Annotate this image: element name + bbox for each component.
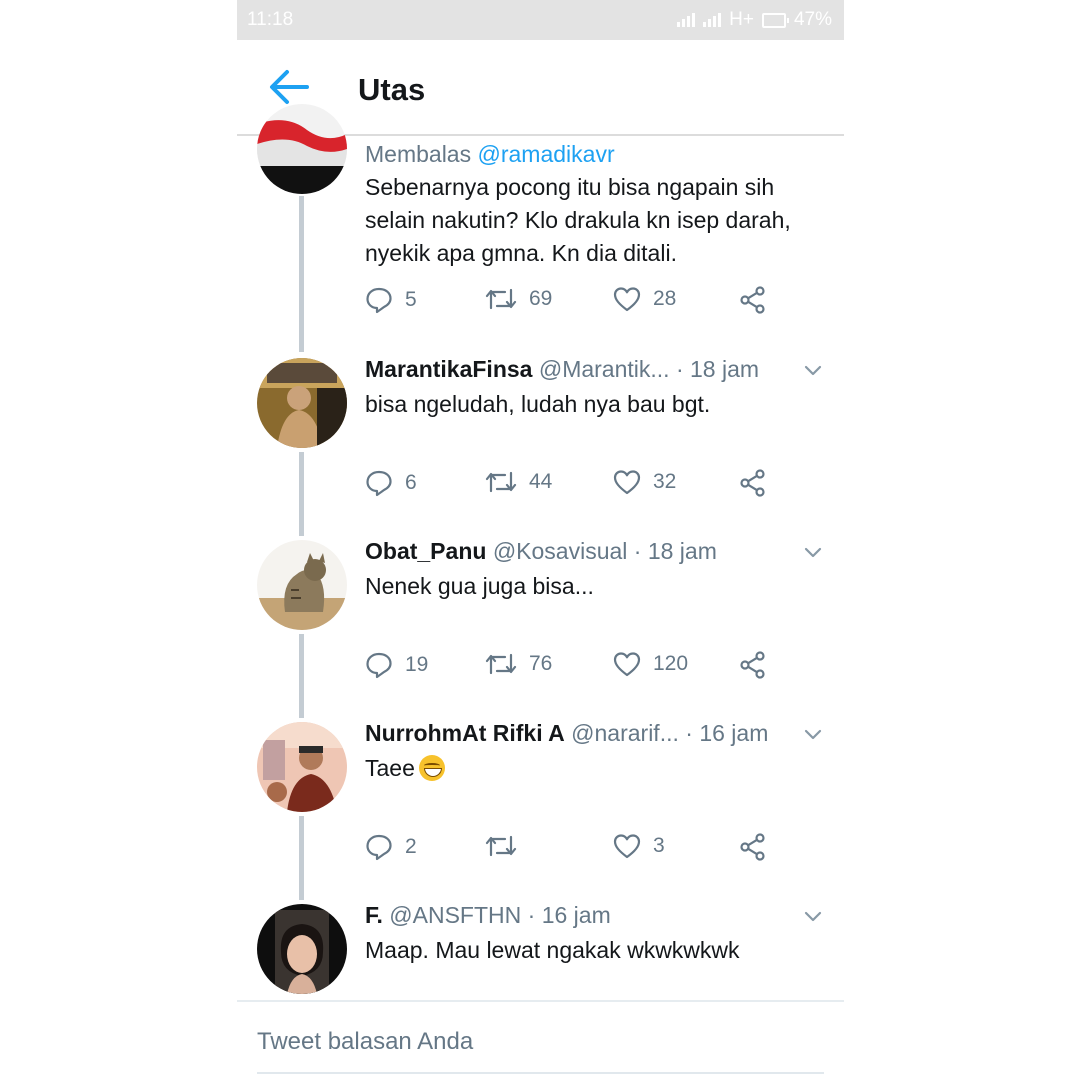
retweet-icon (485, 653, 517, 675)
retweet-count: 44 (529, 470, 553, 493)
status-indicators: H+ 47% (677, 9, 832, 31)
share-button[interactable] (739, 286, 767, 314)
status-bar: 11:18 H+ 47% (237, 0, 844, 40)
retweet-button[interactable]: 44 (485, 469, 552, 495)
tweet-time: · 18 jam (675, 356, 760, 382)
like-button[interactable]: 120 (613, 651, 688, 677)
retweet-icon (485, 471, 517, 493)
back-arrow-icon[interactable] (267, 67, 311, 107)
user-handle[interactable]: @Marantik... (539, 356, 670, 382)
like-count: 3 (653, 834, 665, 857)
signal-icon (677, 13, 696, 27)
tweet-text: Nenek gua juga bisa... (365, 573, 594, 599)
share-icon (740, 469, 765, 497)
tweet-text: Sebenarnya pocong itu bisa ngapain sih s… (365, 174, 791, 266)
tweet-actions: 6 44 32 (365, 469, 835, 499)
chevron-down-icon[interactable] (803, 728, 823, 742)
chevron-down-icon[interactable] (803, 910, 823, 924)
retweet-count: 69 (529, 287, 553, 310)
avatar[interactable] (257, 104, 347, 194)
tweet-actions: 19 76 120 (365, 651, 835, 681)
share-button[interactable] (739, 651, 767, 679)
like-count: 32 (653, 470, 677, 493)
retweet-button[interactable]: 69 (485, 286, 552, 312)
reply-count: 19 (405, 653, 429, 676)
input-underline (257, 1072, 824, 1074)
retweet-count: 76 (529, 652, 553, 675)
retweet-icon (485, 835, 517, 857)
battery-level: 47% (793, 9, 832, 30)
reply-button[interactable]: 6 (365, 469, 417, 497)
share-button[interactable] (739, 469, 767, 497)
tweet-actions: 2 3 (365, 833, 835, 863)
user-handle[interactable]: @nararif... (571, 720, 679, 746)
like-button[interactable]: 32 (613, 469, 676, 495)
chevron-down-icon[interactable] (803, 546, 823, 560)
avatar[interactable] (257, 904, 347, 994)
network-type: H+ (729, 9, 754, 30)
reply-icon (366, 652, 392, 679)
page-title: Utas (358, 72, 426, 107)
heart-icon (613, 834, 641, 859)
signal-icon (703, 13, 722, 27)
thread-line (299, 196, 304, 352)
tweet-header: NurrohmAt Rifki A @nararif... · 16 jam (365, 720, 768, 747)
user-handle[interactable]: @ANSFTHN (389, 902, 521, 928)
tweet-header: MarantikaFinsa @Marantik... · 18 jam (365, 356, 759, 383)
reply-count: 5 (405, 288, 417, 311)
mention-link[interactable]: @ramadikavr (478, 141, 615, 167)
retweet-button[interactable]: 76 (485, 651, 552, 677)
avatar[interactable] (257, 722, 347, 812)
battery-icon (761, 12, 789, 28)
avatar[interactable] (257, 540, 347, 630)
phone-screen: 11:18 H+ 47% Utas Membalas @ramadikavr S… (237, 0, 844, 1080)
avatar[interactable] (257, 358, 347, 448)
share-icon (740, 286, 765, 314)
retweet-icon (485, 288, 517, 310)
tweet-header: F. @ANSFTHN · 16 jam (365, 902, 611, 929)
tweet-text: bisa ngeludah, ludah nya bau bgt. (365, 391, 711, 417)
reply-composer: Tweet balasan Anda (237, 1000, 844, 1080)
thread-line (299, 452, 304, 536)
reply-button[interactable]: 2 (365, 833, 417, 861)
status-time: 11:18 (247, 9, 294, 30)
reply-button[interactable]: 5 (365, 286, 417, 314)
display-name[interactable]: F. (365, 902, 383, 928)
like-button[interactable]: 28 (613, 286, 676, 312)
retweet-button[interactable] (485, 833, 529, 859)
like-count: 120 (653, 652, 689, 675)
tweet-time: · 16 jam (685, 720, 769, 746)
display-name[interactable]: Obat_Panu (365, 538, 486, 564)
like-count: 28 (653, 287, 677, 310)
chevron-down-icon[interactable] (803, 364, 823, 378)
tweet-text: Maap. Mau lewat ngakak wkwkwkwk (365, 937, 740, 963)
tweet-time: · 16 jam (527, 902, 611, 928)
heart-icon (613, 287, 641, 312)
display-name[interactable]: NurrohmAt Rifki A (365, 720, 565, 746)
like-button[interactable]: 3 (613, 833, 665, 859)
user-handle[interactable]: @Kosavisual (493, 538, 628, 564)
tweet-actions: 5 69 28 (365, 286, 835, 316)
tweet-text: Taee (365, 752, 835, 785)
share-icon (740, 833, 765, 861)
reply-icon (366, 287, 392, 314)
thread-line (299, 816, 304, 900)
share-icon (740, 651, 765, 679)
grinning-emoji-icon (418, 755, 445, 781)
heart-icon (613, 470, 641, 495)
reply-icon (366, 834, 392, 861)
heart-icon (613, 652, 641, 677)
reply-input[interactable]: Tweet balasan Anda (257, 1028, 473, 1056)
share-button[interactable] (739, 833, 767, 861)
reply-button[interactable]: 19 (365, 651, 428, 679)
tweet-header: Obat_Panu @Kosavisual · 18 jam (365, 538, 717, 565)
display-name[interactable]: MarantikaFinsa (365, 356, 532, 382)
tweet-time: · 18 jam (633, 538, 717, 564)
reply-count: 6 (405, 471, 417, 494)
reply-icon (366, 470, 392, 497)
reply-count: 2 (405, 835, 417, 858)
tweet-text-content: Taee (365, 755, 415, 781)
thread-line (299, 634, 304, 718)
replying-to: Membalas @ramadikavr (365, 141, 615, 167)
